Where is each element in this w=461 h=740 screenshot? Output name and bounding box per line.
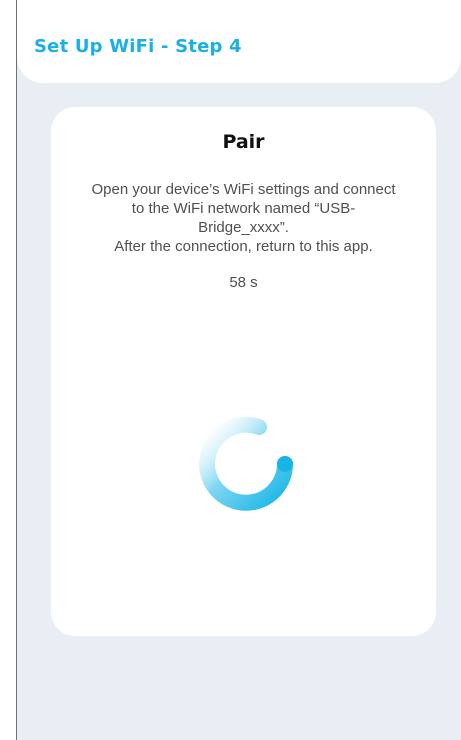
instruction-line: to the WiFi network named “USB- bbox=[131, 200, 356, 217]
instructions-text: Open your device’s WiFi settings and con… bbox=[71, 180, 416, 256]
app-screen: Set Up WiFi - Step 4 Pair Open your devi… bbox=[17, 0, 461, 740]
pair-card: Pair Open your device’s WiFi settings an… bbox=[51, 107, 436, 636]
loading-spinner-icon bbox=[197, 415, 295, 513]
instruction-line: After the connection, return to this app… bbox=[114, 238, 373, 255]
countdown-timer: 58 s bbox=[229, 274, 258, 291]
page-title: Set Up WiFi - Step 4 bbox=[34, 36, 242, 57]
instruction-line: Open your device’s WiFi settings and con… bbox=[91, 181, 396, 198]
instruction-line: Bridge_xxxx”. bbox=[198, 219, 289, 236]
header-bar: Set Up WiFi - Step 4 bbox=[17, 0, 461, 83]
window-edge bbox=[0, 0, 17, 740]
card-title: Pair bbox=[222, 131, 265, 153]
